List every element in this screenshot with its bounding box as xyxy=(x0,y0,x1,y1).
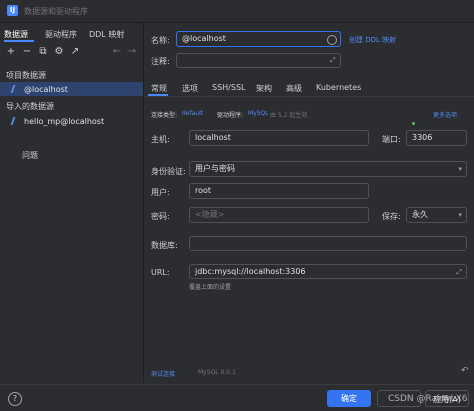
active-tab-indicator xyxy=(4,40,34,42)
back-icon[interactable]: ← xyxy=(112,47,122,57)
save-select-value: 永久 xyxy=(412,210,428,219)
save-label: 保存: xyxy=(382,212,401,221)
tab-advanced[interactable]: 高级 xyxy=(286,83,302,94)
export-icon[interactable]: ↗ xyxy=(70,47,80,57)
auth-select[interactable]: 用户与密码 ▾ xyxy=(189,161,467,177)
forward-icon[interactable]: → xyxy=(127,47,137,57)
tab-options[interactable]: 选项 xyxy=(182,83,198,94)
add-icon[interactable]: + xyxy=(6,47,16,57)
driver-value[interactable]: MySQL xyxy=(248,110,269,117)
ok-button[interactable]: 确定 xyxy=(327,390,371,407)
tab-ssh-ssl[interactable]: SSH/SSL xyxy=(212,83,245,92)
conn-type-label: 连接类型: xyxy=(151,112,178,119)
more-options-link[interactable]: 更多选项 xyxy=(433,110,457,119)
help-icon[interactable]: ? xyxy=(8,392,22,406)
tab-ddl-mapping[interactable]: DDL 映射 xyxy=(89,29,124,40)
comment-label: 注释: xyxy=(151,57,170,66)
url-hint: 覆盖上面的设置 xyxy=(189,284,232,291)
host-label: 主机: xyxy=(151,135,170,144)
expand-icon[interactable]: ⤢ xyxy=(330,56,336,65)
mysql-version: MySQL 9.0.1 xyxy=(198,369,236,376)
url-value: jdbc:mysql://localhost:3306 xyxy=(195,267,306,276)
url-label: URL: xyxy=(151,268,170,277)
imported-datasources-header: 导入的数据源 xyxy=(6,102,54,111)
datasource-label: @localhost xyxy=(24,85,68,94)
copy-icon[interactable]: ⧉ xyxy=(38,47,48,57)
save-select[interactable]: 永久 ▾ xyxy=(406,207,467,223)
tab-separator xyxy=(144,96,474,97)
password-label: 密码: xyxy=(151,212,170,221)
expand-icon: ⤢ xyxy=(456,268,462,276)
conn-type-value[interactable]: default xyxy=(182,110,203,117)
name-label: 名称: xyxy=(151,36,170,45)
driver-label: 驱动程序: xyxy=(217,112,244,119)
chevron-down-icon: ▾ xyxy=(458,211,462,219)
project-datasources-header: 项目数据源 xyxy=(6,71,46,80)
datasource-label: hello_mp@localhost xyxy=(24,117,105,126)
tab-kubernetes[interactable]: Kubernetes xyxy=(316,83,361,92)
auth-select-value: 用户与密码 xyxy=(195,164,235,173)
create-ddl-link[interactable]: 创建 DDL 映射 xyxy=(349,35,396,45)
tab-general[interactable]: 常规 xyxy=(151,83,167,94)
port-label: 端口: xyxy=(382,135,401,144)
remove-icon[interactable]: − xyxy=(22,47,32,57)
watermark: CSDN @RainyLX6 xyxy=(388,394,468,404)
auth-label: 身份验证: xyxy=(151,167,186,176)
user-input[interactable]: root xyxy=(189,183,369,199)
password-input[interactable]: <隐藏> xyxy=(189,207,369,223)
app-logo-icon: IJ xyxy=(7,5,18,16)
color-circle-icon[interactable] xyxy=(327,35,337,45)
tab-schemas[interactable]: 架构 xyxy=(256,83,272,94)
window-title: 数据源和驱动程序 xyxy=(24,7,88,16)
undo-icon[interactable]: ↶ xyxy=(461,366,469,376)
user-label: 用户: xyxy=(151,188,170,197)
name-input[interactable]: @localhost xyxy=(176,31,341,47)
tab-drivers[interactable]: 驱动程序 xyxy=(45,29,77,40)
problems-item[interactable]: 问题 xyxy=(22,150,38,161)
settings-icon[interactable]: ⚙ xyxy=(54,47,64,57)
status-dot-icon xyxy=(412,122,415,125)
chevron-down-icon: ▾ xyxy=(458,165,462,173)
host-input[interactable]: localhost xyxy=(189,130,369,146)
url-input[interactable]: jdbc:mysql://localhost:3306 ⤢ xyxy=(189,264,467,279)
database-input[interactable] xyxy=(189,236,467,251)
database-label: 数据库: xyxy=(151,241,178,250)
port-input[interactable]: 3306 xyxy=(406,130,467,146)
test-connection-link[interactable]: 测试连接 xyxy=(151,369,175,378)
driver-version: 由 5.2 起生效 xyxy=(270,112,308,119)
tab-datasources[interactable]: 数据源 xyxy=(4,29,28,40)
comment-input[interactable] xyxy=(176,53,341,68)
